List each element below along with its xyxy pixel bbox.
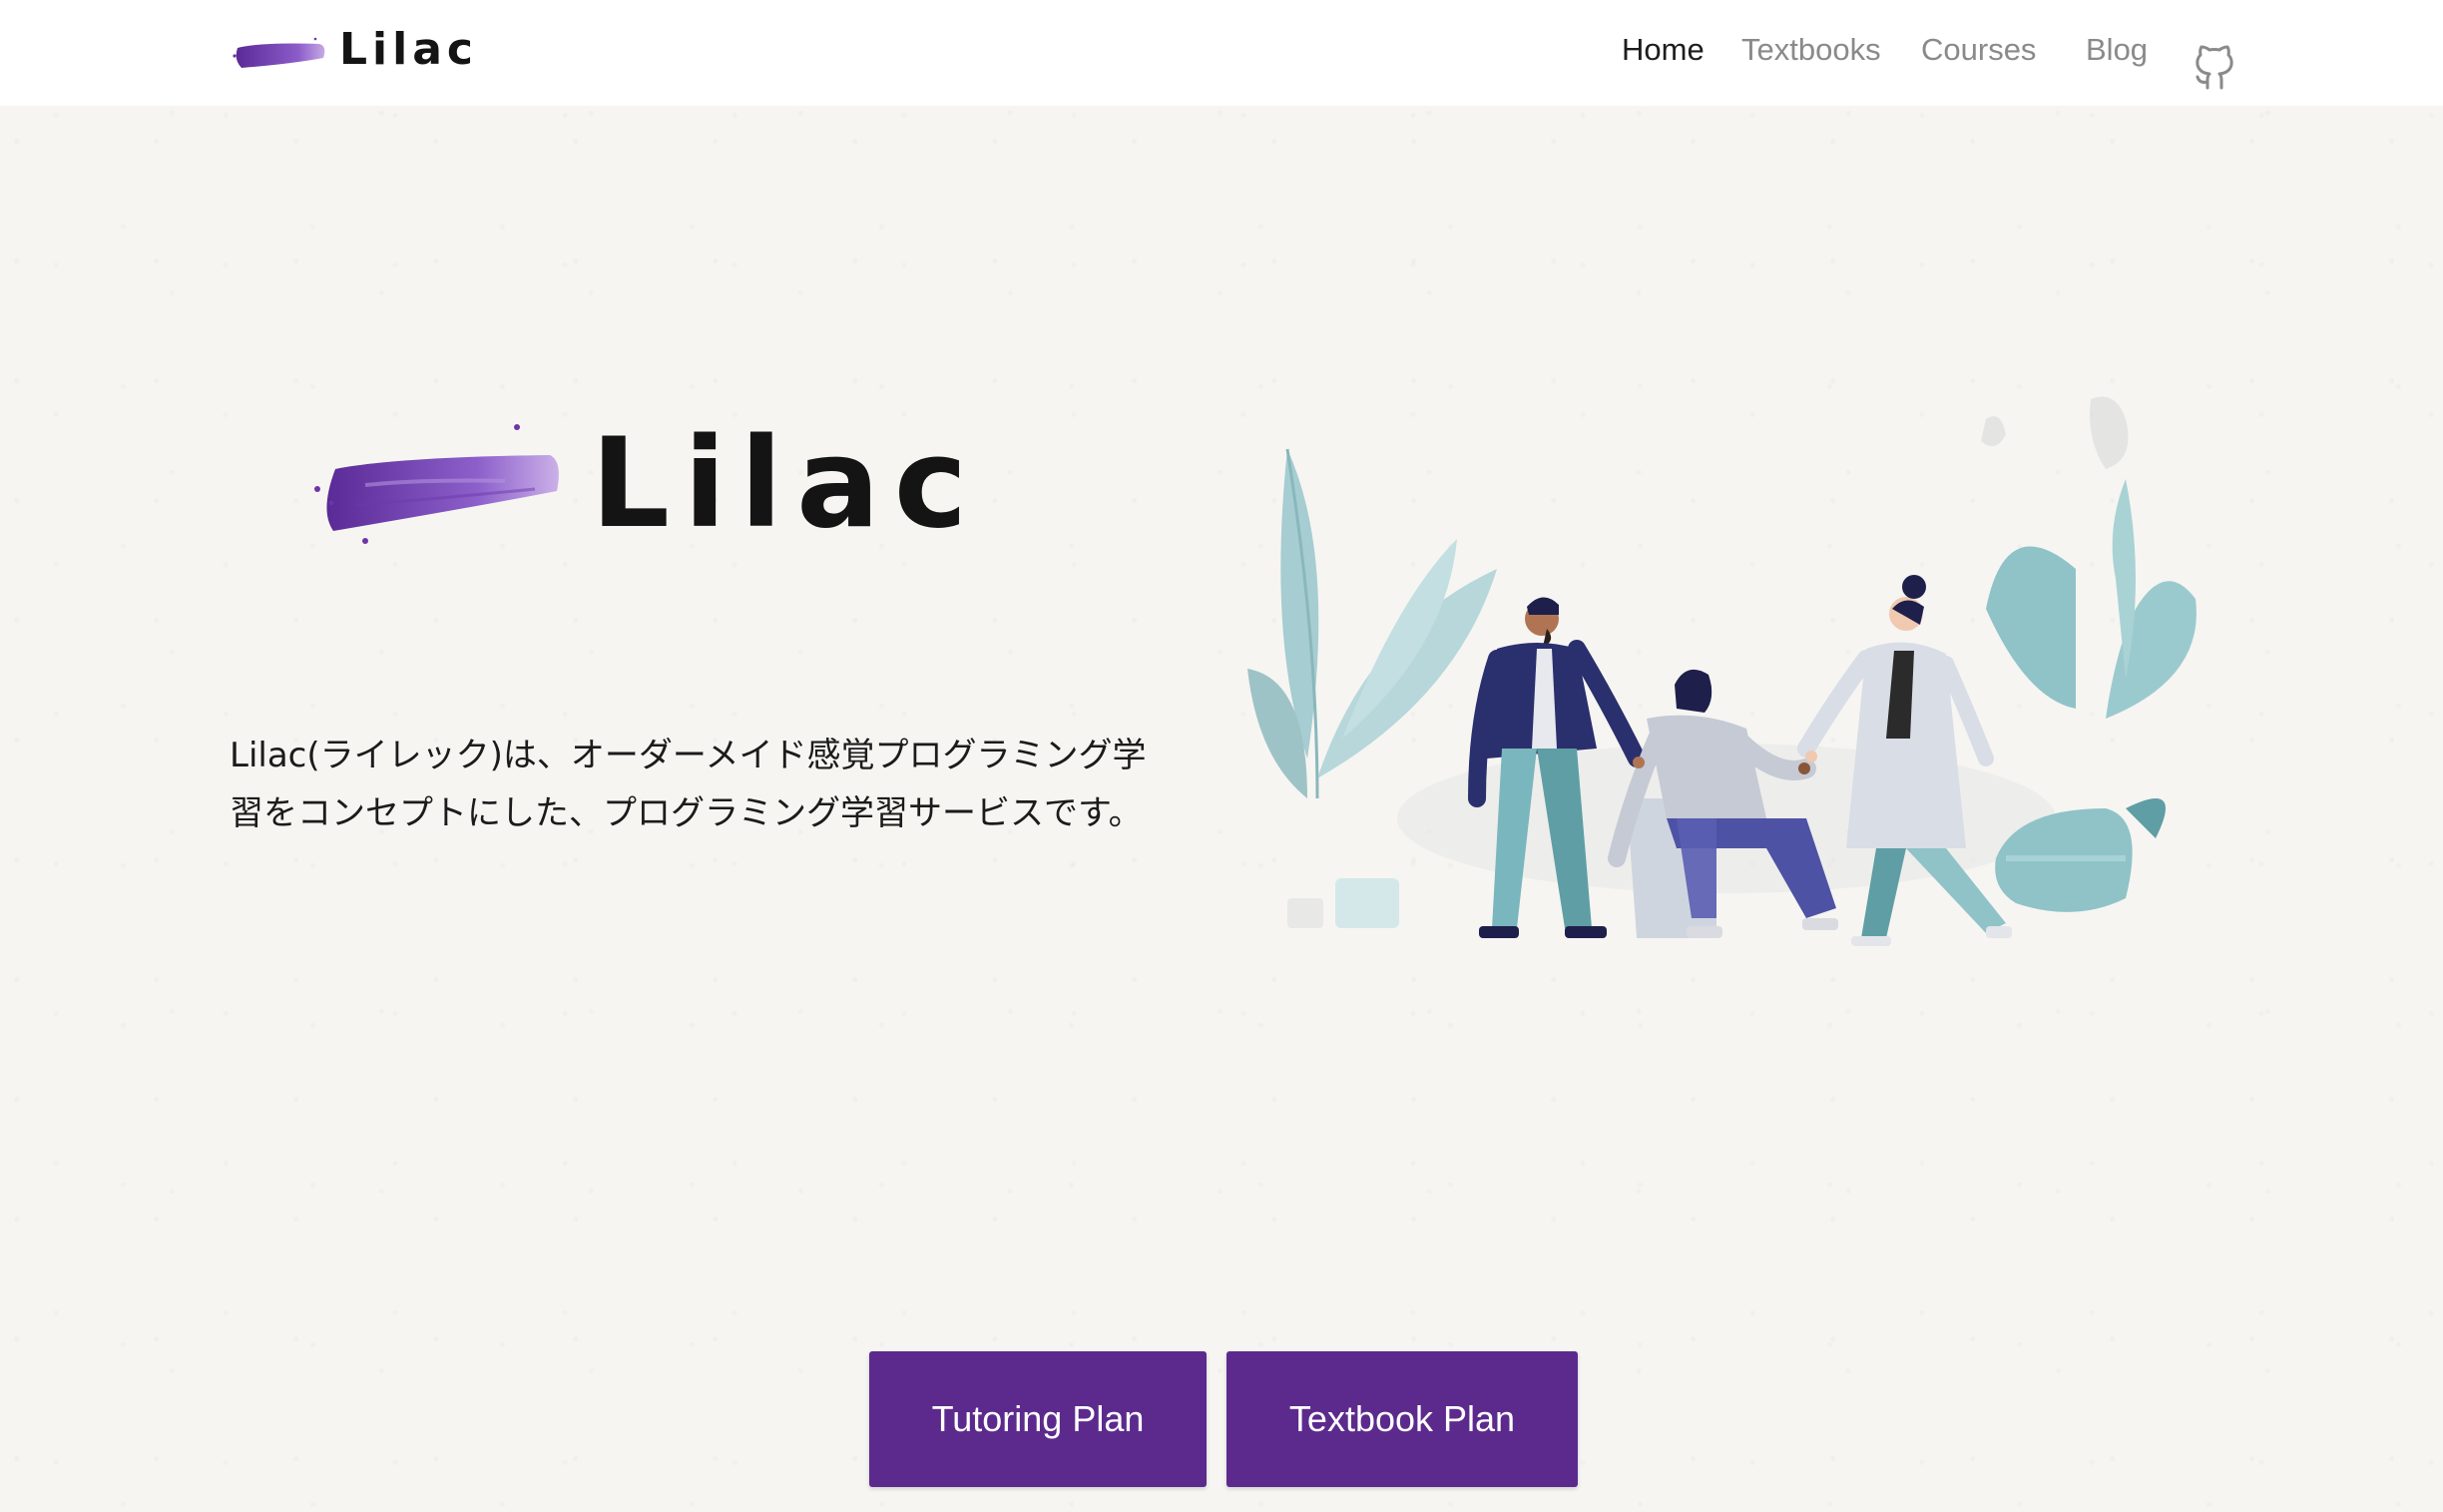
top-navbar: Lilac Home Textbooks Courses Blog: [0, 0, 2443, 106]
main-nav: Home Textbooks Courses Blog: [0, 24, 2443, 90]
textbook-plan-button[interactable]: Textbook Plan: [1226, 1351, 1578, 1487]
nav-textbooks[interactable]: Textbooks: [1741, 32, 1881, 68]
nav-blog[interactable]: Blog: [2086, 32, 2148, 68]
team-collaboration-illustration: [1247, 396, 2197, 946]
tutoring-plan-button[interactable]: Tutoring Plan: [869, 1351, 1207, 1487]
hero-brush-stroke-icon: [314, 424, 559, 544]
hero-logo: Lilac: [305, 419, 967, 559]
github-icon[interactable]: [2192, 44, 2237, 92]
hero-description-line2: 習をコンセプトにした、プログラミング学習サービスです。: [230, 793, 1143, 833]
hero-logo-text: Lilac: [591, 412, 982, 556]
nav-courses[interactable]: Courses: [1921, 32, 2036, 68]
nav-home[interactable]: Home: [1622, 32, 1705, 68]
hero-description: Lilac(ライレック)は、オーダーメイド感覚プログラミング学 習をコンセプトに…: [230, 727, 1227, 842]
hero-description-line1: Lilac(ライレック)は、オーダーメイド感覚プログラミング学: [230, 736, 1147, 775]
